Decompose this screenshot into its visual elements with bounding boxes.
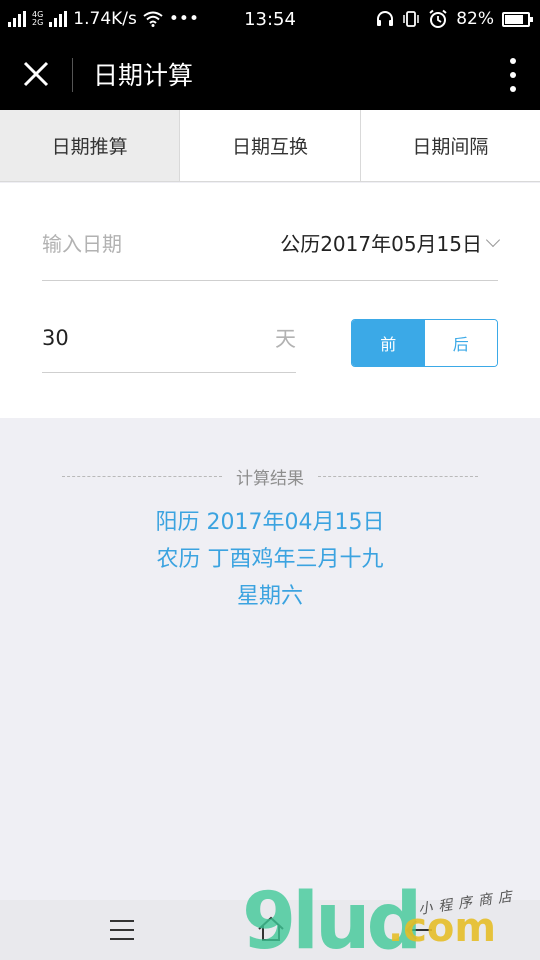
- page-title: 日期计算: [93, 61, 194, 90]
- battery-level: [505, 14, 524, 24]
- wifi-icon: [143, 11, 163, 27]
- result-header: 计算结果: [62, 463, 478, 489]
- menu-line: [110, 938, 134, 940]
- date-value: 公历2017年05月15日: [280, 232, 482, 256]
- date-form: 输入日期 公历2017年05月15日 天 前 后: [0, 183, 540, 418]
- date-picker[interactable]: 公历2017年05月15日: [280, 228, 501, 257]
- tab-bar: 日期推算 日期互换 日期间隔: [0, 110, 540, 182]
- close-button[interactable]: [18, 56, 54, 92]
- date-label: 输入日期: [42, 232, 122, 256]
- signal-strength-2-icon: [49, 11, 68, 27]
- direction-toggle: 前 后: [351, 319, 498, 367]
- result-weekday: 星期六: [236, 584, 303, 609]
- days-unit: 天: [275, 326, 296, 351]
- alarm-icon: [429, 9, 447, 28]
- network-speed: 1.74K/s: [73, 9, 137, 29]
- menu-line: [110, 929, 134, 931]
- vibrate-icon: [403, 11, 419, 27]
- result-solar: 阳历 2017年04月15日: [155, 510, 385, 535]
- status-bar: 4G 2G 1.74K/s ••• 13:54 82%: [0, 0, 540, 38]
- more-menu-button[interactable]: [506, 58, 520, 92]
- status-left: 4G 2G 1.74K/s •••: [8, 0, 199, 38]
- tab-date-convert[interactable]: 日期互换: [180, 110, 361, 181]
- before-button[interactable]: 前: [352, 320, 425, 366]
- tab-date-calc[interactable]: 日期推算: [0, 110, 181, 181]
- content-area: 日期推算 日期互换 日期间隔 输入日期 公历2017年05月15日 天 前 后 …: [0, 110, 540, 900]
- result-block: 阳历 2017年04月15日 农历 丁酉鸡年三月十九 星期六: [0, 504, 540, 615]
- more-dot-icon: [510, 72, 516, 78]
- chevron-down-icon: [485, 232, 501, 247]
- clock: 13:54: [244, 8, 296, 30]
- date-row: 输入日期 公历2017年05月15日: [42, 205, 501, 281]
- battery-icon: [502, 11, 533, 27]
- watermark-logo: 9lud .com 小程序商店: [242, 883, 532, 960]
- nav-divider: [72, 58, 73, 92]
- battery-percent: 82%: [456, 9, 494, 29]
- headset-icon: [377, 11, 394, 26]
- close-icon: [23, 61, 49, 87]
- result-lunar: 农历 丁酉鸡年三月十九: [156, 547, 384, 572]
- result-title: 计算结果: [236, 468, 304, 489]
- network-type-icon: 4G 2G: [32, 11, 43, 27]
- days-row: 天: [42, 303, 296, 373]
- days-input[interactable]: [42, 325, 222, 350]
- tab-date-interval[interactable]: 日期间隔: [361, 110, 540, 181]
- net-tag-2g: 2G: [32, 18, 44, 27]
- menu-line: [110, 920, 134, 922]
- more-dot-icon: [510, 58, 516, 64]
- after-button[interactable]: 后: [424, 320, 497, 366]
- more-dot-icon: [510, 86, 516, 92]
- signal-strength-icon: [8, 11, 26, 27]
- menu-button[interactable]: [110, 920, 134, 940]
- more-notifications: •••: [168, 9, 199, 29]
- nav-bar: 日期计算: [0, 38, 540, 110]
- divider-right: [318, 475, 478, 477]
- status-right: 82%: [376, 0, 533, 38]
- divider-left: [62, 475, 222, 477]
